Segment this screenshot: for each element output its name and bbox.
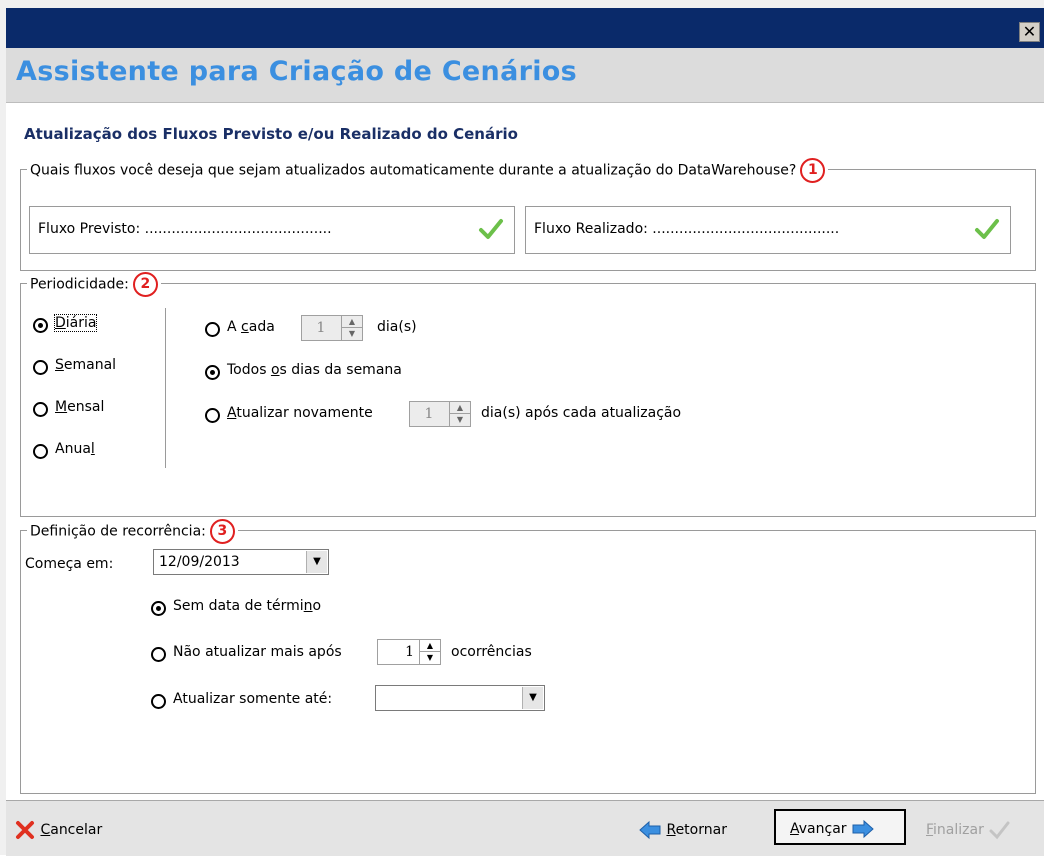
arrow-right-icon (852, 819, 874, 839)
sem-data-label: Sem data de término (173, 598, 322, 614)
divider (165, 308, 166, 468)
todos-dias-label: Todos os dias da semana (227, 362, 402, 378)
somente-ate-radio[interactable] (151, 694, 166, 709)
comeca-em-value: 12/09/2013 (159, 554, 240, 570)
step-badge-1: 1 (800, 158, 826, 183)
todos-dias-radio[interactable] (205, 365, 220, 380)
fluxo-realizado-label: Fluxo Realizado: .......................… (534, 221, 840, 237)
chevron-down-icon[interactable]: ▼ (306, 551, 327, 573)
close-button[interactable]: ✕ (1019, 22, 1040, 42)
frequency-label: Anual (55, 441, 95, 457)
spin-down-icon: ▼ (456, 415, 464, 424)
flows-group: Quais fluxos você deseja que sejam atual… (20, 158, 1036, 271)
atualizar-novamente-value: 1 (424, 406, 434, 422)
spinner-arrows[interactable]: ▲ ▼ (341, 316, 362, 340)
frequency-radio[interactable] (33, 318, 48, 333)
step-badge-2: 2 (132, 272, 158, 297)
comeca-em-date-picker[interactable]: 12/09/2013 ▼ (153, 549, 329, 575)
fluxo-realizado-box[interactable]: Fluxo Realizado: .......................… (525, 206, 1011, 254)
a-cada-label: A cada (227, 319, 275, 335)
flows-legend-text: Quais fluxos você deseja que sejam atual… (30, 162, 797, 179)
fluxo-previsto-box[interactable]: Fluxo Previsto: ........................… (29, 206, 515, 254)
comeca-em-label: Começa em: (25, 556, 114, 572)
spin-up-icon: ▲ (420, 640, 440, 652)
recorrencia-legend-text: Definição de recorrência: (30, 523, 206, 540)
a-cada-value: 1 (316, 320, 326, 336)
recorrencia-group: Definição de recorrência: 3 Começa em: 12… (20, 519, 1036, 794)
spin-down-icon: ▼ (426, 653, 434, 662)
frequency-label: Diária (53, 314, 98, 332)
check-icon (989, 821, 1010, 840)
wizard-content: Atualização dos Fluxos Previsto e/ou Rea… (6, 103, 1044, 800)
spinner-arrows[interactable]: ▲ ▼ (419, 640, 440, 664)
fluxo-previsto-label: Fluxo Previsto: ........................… (38, 221, 332, 237)
nao-atualizar-label: Não atualizar mais após (173, 644, 342, 660)
step-title: Atualização dos Fluxos Previsto e/ou Rea… (24, 125, 518, 143)
periodicidade-legend-text: Periodicidade: (30, 276, 129, 293)
spinner-arrows[interactable]: ▲ ▼ (449, 402, 470, 426)
chevron-down-icon[interactable]: ▼ (522, 687, 543, 709)
sem-data-radio[interactable] (151, 601, 166, 616)
title-bar: ✕ (6, 8, 1044, 48)
ocorrencias-value: 1 (405, 644, 414, 660)
spin-up-icon: ▲ (450, 402, 470, 414)
back-button[interactable]: Retornar (638, 819, 727, 841)
arrow-left-icon (639, 820, 661, 840)
finish-button[interactable]: Finalizar (926, 819, 1010, 841)
nao-atualizar-radio[interactable] (151, 647, 166, 662)
page-title: Assistente para Criação de Cenários (16, 56, 577, 87)
frequency-label: Semanal (55, 357, 117, 373)
frequency-radio[interactable] (33, 360, 48, 375)
frequency-label: Mensal (55, 399, 105, 415)
ocorrencias-unit: ocorrências (451, 644, 532, 660)
recorrencia-legend: Definição de recorrência: 3 (27, 519, 238, 544)
periodicidade-group: Periodicidade: 2 Diária Semanal Mensal Anual… (20, 272, 1036, 517)
next-button[interactable]: Avançar (774, 809, 906, 845)
somente-ate-label: Atualizar somente até: (173, 691, 333, 707)
a-cada-unit: dia(s) (377, 319, 417, 335)
periodicidade-legend: Periodicidade: 2 (27, 272, 161, 297)
check-icon (975, 219, 999, 239)
wizard-footer: Cancelar Retornar Avançar Finalizar (6, 800, 1044, 856)
spin-down-icon: ▼ (348, 329, 356, 338)
cancel-x-icon (16, 821, 34, 839)
a-cada-spinner[interactable]: 1 ▲ ▼ (301, 315, 363, 341)
frequency-radio[interactable] (33, 444, 48, 459)
close-icon: ✕ (1022, 22, 1037, 41)
flows-legend: Quais fluxos você deseja que sejam atual… (27, 158, 829, 183)
atualizar-novamente-unit: dia(s) após cada atualização (481, 405, 682, 421)
frequency-radio[interactable] (33, 402, 48, 417)
wizard-window: ✕ Assistente para Criação de Cenários At… (0, 0, 1044, 856)
step-badge-3: 3 (209, 519, 235, 544)
cancel-button[interactable]: Cancelar (14, 819, 102, 841)
spin-up-icon: ▲ (342, 316, 362, 328)
check-icon (479, 219, 503, 239)
wizard-header: Assistente para Criação de Cenários (6, 48, 1044, 103)
somente-ate-date-picker[interactable]: ▼ (375, 685, 545, 711)
atualizar-novamente-spinner[interactable]: 1 ▲ ▼ (409, 401, 471, 427)
atualizar-novamente-label: Atualizar novamente (227, 405, 373, 421)
atualizar-novamente-radio[interactable] (205, 408, 220, 423)
ocorrencias-spinner[interactable]: 1 ▲ ▼ (377, 639, 441, 665)
a-cada-radio[interactable] (205, 322, 220, 337)
